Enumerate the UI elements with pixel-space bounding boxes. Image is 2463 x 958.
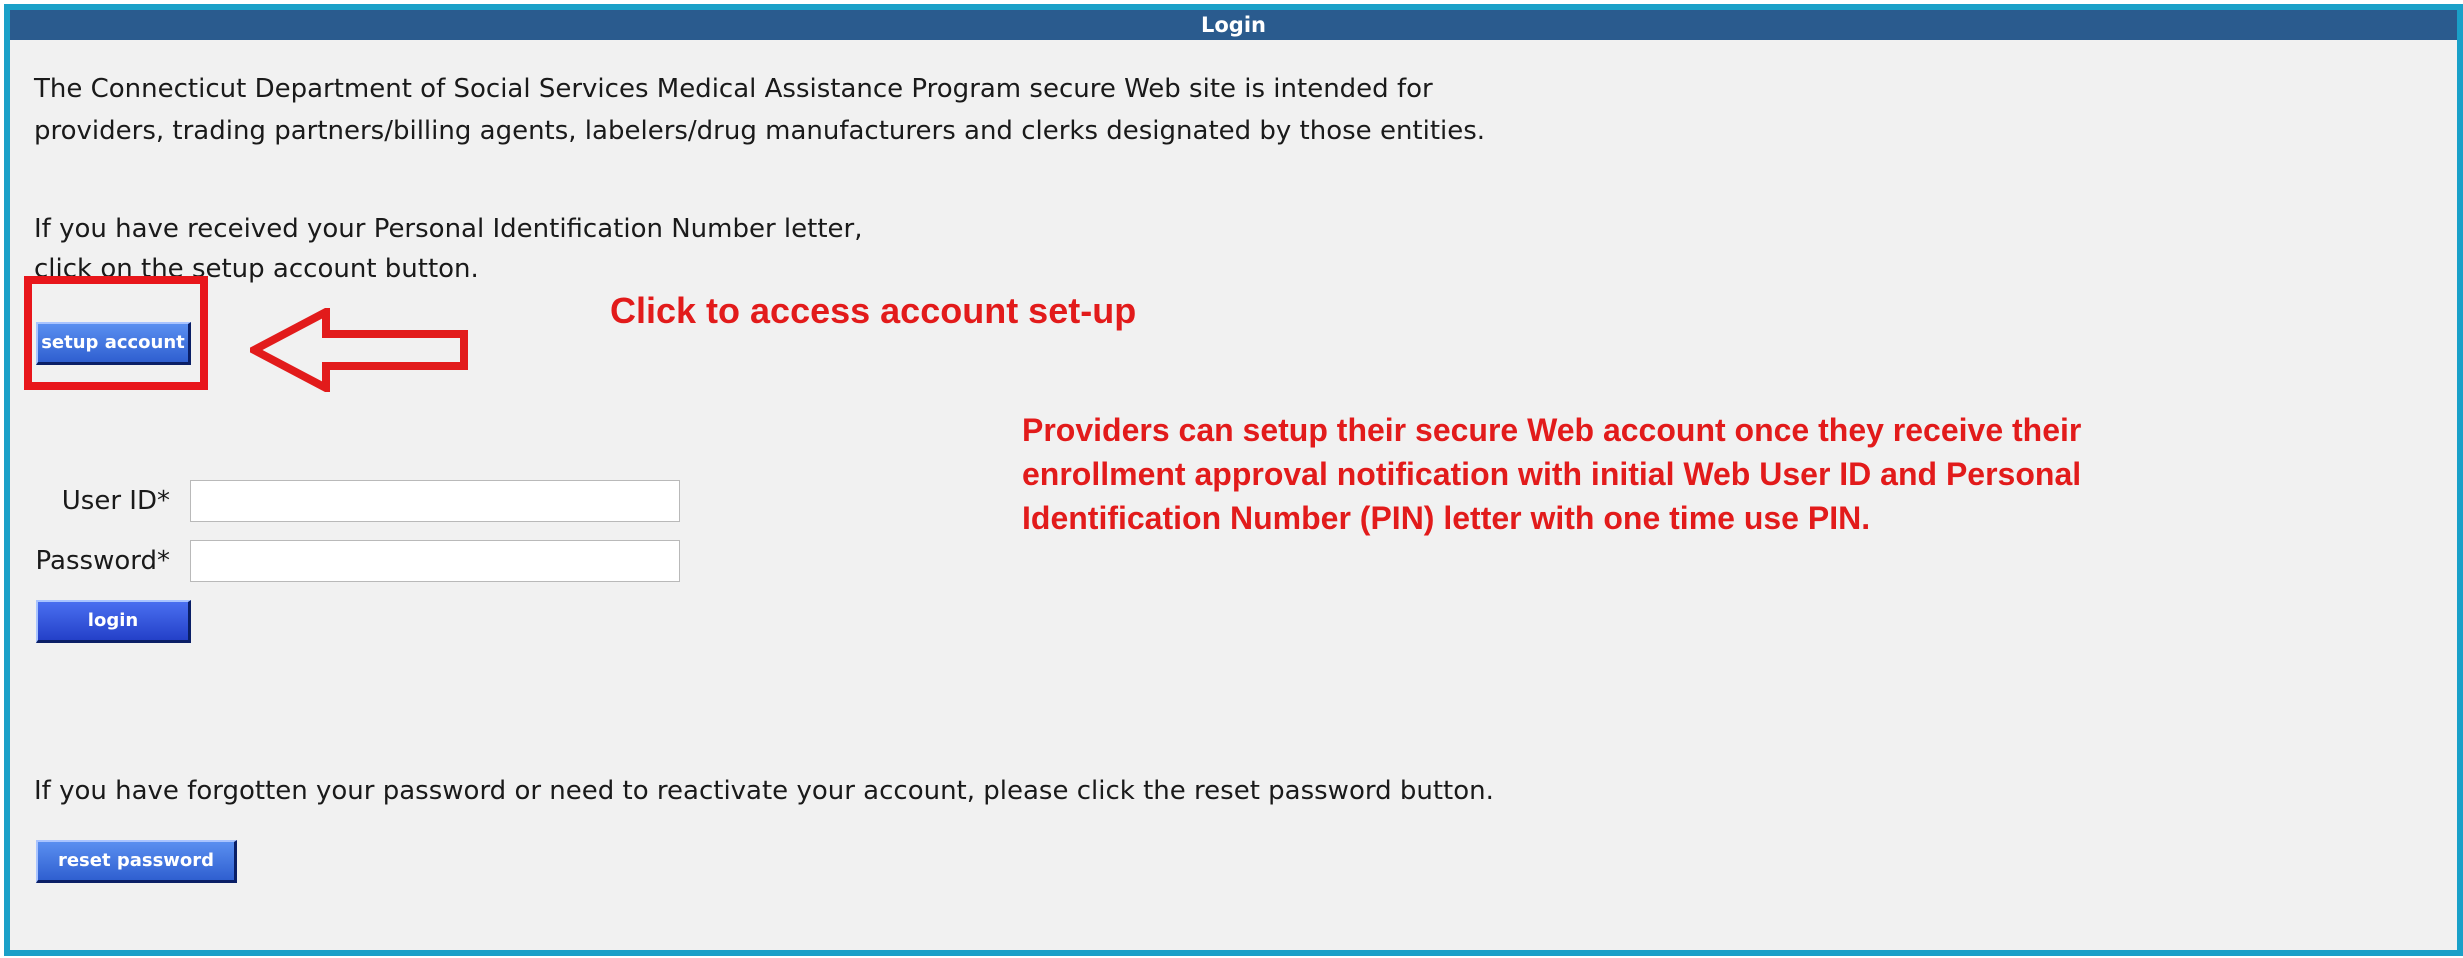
- password-input[interactable]: [190, 540, 680, 582]
- forgot-password-text: If you have forgotten your password or n…: [34, 776, 1494, 806]
- note-line-3: Identification Number (PIN) letter with …: [1022, 500, 1871, 536]
- note-line-1: Providers can setup their secure Web acc…: [1022, 412, 2082, 448]
- intro-line-1: The Connecticut Department of Social Ser…: [34, 74, 1433, 104]
- intro-line-2: providers, trading partners/billing agen…: [34, 116, 1486, 146]
- login-panel: Login The Connecticut Department of Soci…: [4, 4, 2463, 956]
- setup-account-highlight-box: [24, 276, 208, 390]
- pin-text-line-1: If you have received your Personal Ident…: [34, 214, 863, 244]
- panel-title: Login: [10, 10, 2457, 40]
- arrow-callout-text: Click to access account set-up: [610, 290, 1137, 331]
- pointer-arrow-icon: [250, 308, 468, 392]
- user-id-input[interactable]: [190, 480, 680, 522]
- user-id-label: User ID*: [61, 486, 170, 516]
- note-line-2: enrollment approval notification with in…: [1022, 456, 2082, 492]
- password-label: Password*: [35, 546, 170, 576]
- login-button[interactable]: login: [36, 600, 191, 643]
- reset-password-button[interactable]: reset password: [36, 840, 237, 883]
